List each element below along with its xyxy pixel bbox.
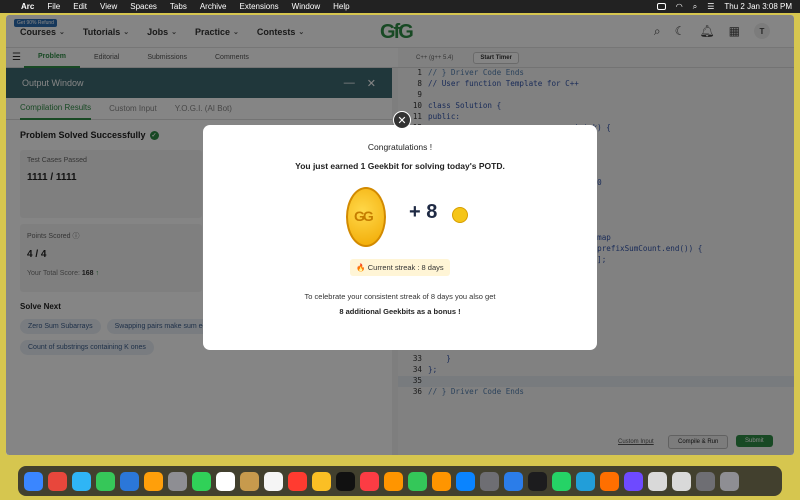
mac-menu-bar: Arc File Edit View Spaces Tabs Archive Extensi… — [0, 0, 800, 13]
dock-app-icon[interactable] — [384, 471, 403, 491]
dock-app-icon[interactable] — [240, 471, 259, 491]
menu-edit[interactable]: Edit — [73, 2, 87, 11]
menu-archive[interactable]: Archive — [200, 2, 227, 11]
menubar-datetime[interactable]: Thu 2 Jan 3:08 PM — [724, 2, 792, 11]
dock-app-icon[interactable] — [360, 471, 379, 491]
mac-dock — [18, 466, 782, 496]
wifi-icon[interactable]: ◠ — [676, 2, 683, 11]
menu-tabs[interactable]: Tabs — [170, 2, 187, 11]
bonus-amount-text: 8 additional Geekbits as a bonus ! — [339, 307, 461, 316]
dock-app-icon[interactable] — [504, 471, 523, 491]
dock-app-icon[interactable] — [696, 471, 715, 491]
search-menu-icon[interactable]: ⌕ — [693, 2, 697, 12]
dock-app-icon[interactable] — [432, 471, 451, 491]
dock-app-icon[interactable] — [168, 471, 187, 491]
dock-app-icon[interactable] — [336, 471, 355, 491]
reward-row: GG + 8 — [203, 183, 597, 261]
dock-app-icon[interactable] — [552, 471, 571, 491]
dock-app-icon[interactable] — [120, 471, 139, 491]
dock-app-icon[interactable] — [672, 471, 691, 491]
congratulations-modal: Congratulations ! You just earned 1 Geek… — [203, 125, 597, 350]
dock-app-icon[interactable] — [72, 471, 91, 491]
dock-app-icon[interactable] — [216, 471, 235, 491]
coin-mark: GG — [354, 208, 374, 224]
control-center-icon[interactable]: ☰ — [707, 2, 714, 11]
dock-app-icon[interactable] — [192, 471, 211, 491]
streak-badge: 🔥 Current streak : 8 days — [350, 259, 450, 276]
dock-app-icon[interactable] — [264, 471, 283, 491]
dock-app-icon[interactable] — [288, 471, 307, 491]
dock-app-icon[interactable] — [96, 471, 115, 491]
dock-app-icon[interactable] — [48, 471, 67, 491]
modal-title: Congratulations ! — [367, 142, 433, 152]
dock-app-icon[interactable] — [24, 471, 43, 491]
menu-help[interactable]: Help — [333, 2, 349, 11]
battery-icon[interactable] — [656, 3, 666, 10]
dock-app-icon[interactable] — [312, 471, 331, 491]
menu-file[interactable]: File — [47, 2, 60, 11]
mini-coin-icon — [452, 207, 468, 223]
dock-app-icon[interactable] — [480, 471, 499, 491]
menu-spaces[interactable]: Spaces — [130, 2, 157, 11]
geekbit-coin-icon: GG — [346, 187, 386, 247]
bonus-text: To celebrate your consistent streak of 8… — [304, 292, 496, 301]
menu-window[interactable]: Window — [292, 2, 320, 11]
dock-app-icon[interactable] — [528, 471, 547, 491]
modal-subtitle: You just earned 1 Geekbit for solving to… — [295, 161, 505, 171]
dock-app-icon[interactable] — [408, 471, 427, 491]
dock-app-icon[interactable] — [600, 471, 619, 491]
menu-view[interactable]: View — [100, 2, 117, 11]
dock-app-icon[interactable] — [576, 471, 595, 491]
menu-extensions[interactable]: Extensions — [240, 2, 279, 11]
menu-app-name[interactable]: Arc — [21, 2, 34, 11]
dock-app-icon[interactable] — [648, 471, 667, 491]
reward-amount: + 8 — [409, 201, 438, 223]
dock-app-icon[interactable] — [456, 471, 475, 491]
dock-app-icon[interactable] — [624, 471, 643, 491]
dock-app-icon[interactable] — [144, 471, 163, 491]
dock-app-icon[interactable] — [720, 471, 739, 491]
modal-close-button[interactable]: ✕ — [393, 111, 411, 129]
